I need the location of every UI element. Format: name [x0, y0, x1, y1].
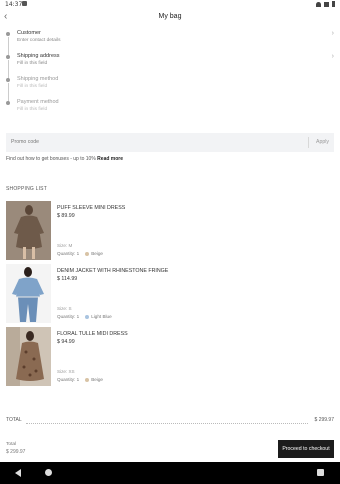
color-label: Light Blue	[91, 314, 112, 319]
step-shipping-address[interactable]: Shipping address Fill in this field ›	[0, 51, 340, 80]
status-icons	[316, 1, 335, 7]
battery-icon	[332, 1, 335, 7]
step-payment-method[interactable]: Payment method Fill in this field	[0, 97, 340, 120]
nav-recents-icon[interactable]	[317, 469, 324, 476]
step-title: Shipping address	[17, 53, 60, 59]
promo-code-field[interactable]: Promo code Apply	[6, 133, 334, 152]
product-image[interactable]	[6, 264, 51, 323]
step-indicator-icon	[6, 55, 10, 59]
product-size: Size: XS	[57, 369, 75, 374]
step-subtitle: Enter contact details	[17, 38, 61, 43]
signal-icon	[324, 1, 329, 7]
total-label: TOTAL	[6, 417, 22, 423]
product-quantity: Quantity: 1 Beige	[57, 251, 103, 256]
product-image[interactable]	[6, 201, 51, 260]
product-size: Size: S	[57, 306, 72, 311]
step-indicator-icon	[6, 78, 10, 82]
wifi-icon	[316, 1, 321, 7]
status-time: 14:37	[5, 1, 23, 8]
quantity-label: Quantity: 1	[57, 251, 80, 256]
divider	[308, 137, 309, 148]
quantity-label: Quantity: 1	[57, 377, 80, 382]
product-quantity: Quantity: 1 Light Blue	[57, 314, 112, 319]
bonus-text: Find out how to get bonuses - up to 10%	[6, 156, 96, 162]
color-label: Beige	[91, 251, 103, 256]
page-title: My bag	[158, 13, 182, 20]
footer-total-label: Total	[6, 442, 17, 447]
step-title: Payment method	[17, 99, 59, 105]
nav-back-icon[interactable]	[15, 469, 21, 477]
app-header: ‹ My bag	[0, 10, 340, 26]
product-name[interactable]: PUFF SLEEVE MINI DRESS	[57, 205, 125, 211]
proceed-to-checkout-button[interactable]: Proceed to checkout	[278, 440, 334, 458]
product-name[interactable]: DENIM JACKET WITH RHINESTONE FRINGE	[57, 268, 168, 274]
shopping-list-title: SHOPPING LIST	[6, 186, 47, 192]
product-quantity: Quantity: 1 Beige	[57, 377, 103, 382]
read-more-link[interactable]: Read more	[97, 156, 123, 162]
total-amount: $ 299.97	[314, 417, 334, 423]
step-subtitle: Fill in this field	[17, 61, 48, 66]
color-swatch-icon	[85, 251, 90, 256]
bonus-info: Find out how to get bonuses - up to 10% …	[6, 156, 123, 162]
product-price: $ 114.99	[57, 276, 78, 282]
step-title: Customer	[17, 30, 41, 36]
notification-icon	[22, 1, 27, 6]
nav-home-icon[interactable]	[45, 469, 52, 476]
quantity-label: Quantity: 1	[57, 314, 80, 319]
step-shipping-method[interactable]: Shipping method Fill in this field	[0, 74, 340, 103]
list-item[interactable]: DENIM JACKET WITH RHINESTONE FRINGE $ 11…	[6, 264, 334, 324]
step-title: Shipping method	[17, 76, 59, 82]
chevron-right-icon: ›	[331, 53, 334, 60]
checkout-footer: Total $ 299.97 Proceed to checkout	[0, 438, 340, 462]
color-swatch-icon	[85, 377, 90, 382]
dotted-leader	[26, 423, 308, 424]
system-nav-bar	[0, 462, 340, 484]
color-label: Beige	[91, 377, 103, 382]
apply-button[interactable]: Apply	[316, 139, 329, 145]
product-price: $ 94.99	[57, 339, 75, 345]
step-subtitle: Fill in this field	[17, 107, 48, 112]
product-size: Size: M	[57, 243, 73, 248]
list-item[interactable]: PUFF SLEEVE MINI DRESS $ 89.99 Size: M Q…	[6, 201, 334, 261]
step-subtitle: Fill in this field	[17, 84, 48, 89]
list-item[interactable]: FLORAL TULLE MIDI DRESS $ 94.99 Size: XS…	[6, 327, 334, 387]
total-row: TOTAL $ 299.97	[6, 416, 334, 426]
product-price: $ 89.99	[57, 213, 75, 219]
product-image[interactable]	[6, 327, 51, 386]
step-indicator-icon	[6, 101, 10, 105]
step-customer[interactable]: Customer Enter contact details ›	[0, 28, 340, 57]
status-bar: 14:37	[0, 0, 340, 10]
checkout-steps: Customer Enter contact details › Shippin…	[0, 28, 340, 120]
chevron-right-icon: ›	[331, 30, 334, 37]
product-name[interactable]: FLORAL TULLE MIDI DRESS	[57, 331, 128, 337]
color-swatch-icon	[85, 314, 90, 319]
promo-code-input[interactable]: Promo code	[11, 139, 39, 145]
step-indicator-icon	[6, 32, 10, 36]
footer-total-value: $ 299.97	[6, 449, 26, 455]
